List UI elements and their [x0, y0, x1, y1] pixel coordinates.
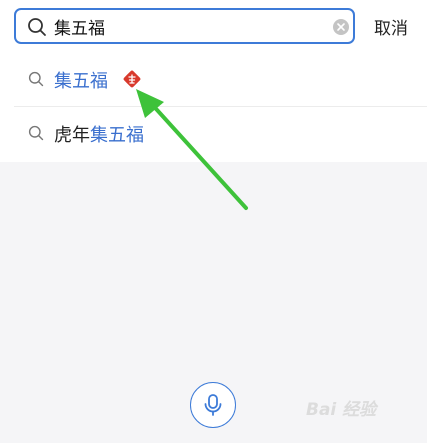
- voice-search-button[interactable]: [190, 382, 236, 428]
- suggestion-highlight: 集五福: [90, 125, 144, 146]
- divider: [14, 106, 427, 107]
- suggestion-prefix: 虎年: [54, 125, 90, 146]
- cancel-button[interactable]: 取消: [374, 14, 408, 39]
- search-icon: [28, 125, 44, 141]
- suggestion-highlight: 集五福: [54, 71, 108, 92]
- search-icon: [28, 18, 46, 36]
- search-box[interactable]: [14, 8, 355, 44]
- watermark: Bai 经验: [306, 400, 377, 420]
- suggestion-item[interactable]: 集五福: [0, 54, 427, 106]
- fu-badge-icon: [123, 70, 141, 88]
- suggestion-text: 虎年集五福: [54, 121, 144, 147]
- clear-icon[interactable]: [333, 19, 349, 35]
- microphone-icon: [204, 394, 222, 416]
- suggestion-item[interactable]: 虎年集五福: [0, 108, 427, 160]
- suggestion-text: 集五福: [54, 67, 108, 93]
- search-input[interactable]: [54, 13, 304, 39]
- search-panel: 取消 集五福 虎年集五福: [0, 0, 427, 162]
- search-icon: [28, 71, 44, 87]
